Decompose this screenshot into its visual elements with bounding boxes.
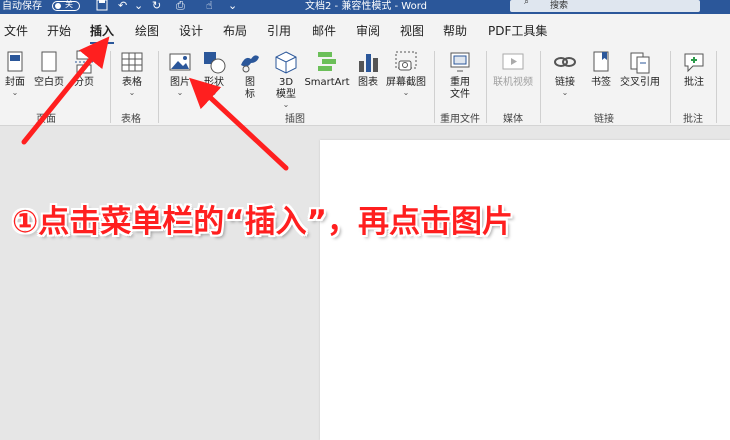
chevron-down-icon: ⌄ — [11, 88, 19, 97]
screenshot-button[interactable]: 屏幕截图 ⌄ — [386, 49, 426, 97]
undo-icon[interactable]: ↶ — [118, 0, 127, 12]
tab-review[interactable]: 审阅 — [356, 22, 380, 39]
title-bar: 自动保存 关 ↶ ⌄ ↻ ⎙ ☝ ⌄ 文档2 - 兼容性模式 - Word ⌕ … — [0, 0, 730, 14]
group-separator — [716, 51, 717, 123]
chevron-down-icon: ⌄ — [128, 88, 136, 97]
group-tables-label: 表格 — [121, 114, 141, 125]
group-separator — [434, 51, 435, 123]
group-comments-label: 批注 — [683, 114, 703, 125]
group-separator — [110, 51, 111, 123]
undo-dropdown-icon[interactable]: ⌄ — [134, 0, 143, 12]
cube-icon — [275, 51, 297, 74]
smartart-button[interactable]: SmartArt — [304, 49, 350, 89]
ribbon-tabs: 文件 开始 插入 绘图 设计 布局 引用 邮件 审阅 视图 帮助 PDF工具集 — [0, 14, 730, 45]
3d-model-label: 3D 模型 — [276, 77, 296, 100]
shapes-button[interactable]: 形状 ⌄ — [200, 49, 228, 97]
customize-qat-icon[interactable]: ⌄ — [228, 0, 237, 12]
page-break-icon — [75, 50, 93, 74]
document-title: 文档2 - 兼容性模式 - Word — [305, 1, 427, 12]
autosave-toggle[interactable]: 关 — [52, 0, 80, 11]
group-reuse-label: 重用文件 — [440, 114, 480, 125]
tab-draw[interactable]: 绘图 — [135, 22, 159, 39]
page-break-button[interactable]: 分页 — [70, 49, 98, 89]
online-video-label: 联机视频 — [493, 77, 533, 88]
search-icon: ⌕ — [524, 0, 530, 7]
autosave-label: 自动保存 — [2, 1, 42, 12]
table-icon — [121, 52, 143, 72]
chart-label: 图表 — [358, 77, 378, 88]
bookmark-icon — [593, 51, 609, 72]
smartart-label: SmartArt — [304, 77, 350, 88]
video-icon — [502, 53, 524, 70]
chevron-down-icon: ⌄ — [561, 88, 569, 97]
group-pages-label: 页面 — [36, 114, 56, 125]
screenshot-icon — [395, 51, 417, 71]
comment-button[interactable]: 批注 — [680, 49, 708, 89]
tab-view[interactable]: 视图 — [400, 22, 424, 39]
search-placeholder: 搜索 — [550, 1, 569, 11]
chevron-down-icon: ⌄ — [402, 88, 410, 97]
chart-button[interactable]: 图表 — [354, 49, 382, 89]
icons-label: 图标 — [245, 77, 255, 100]
link-icon — [554, 57, 576, 67]
tab-design[interactable]: 设计 — [179, 22, 203, 39]
comment-icon — [684, 53, 704, 73]
chevron-down-icon: ⌄ — [176, 88, 184, 97]
cover-page-button[interactable]: 封面 ⌄ — [2, 49, 28, 97]
chevron-down-icon: ⌄ — [282, 100, 290, 109]
blank-page-label: 空白页 — [34, 77, 64, 88]
picture-button[interactable]: 图片 ⌄ — [166, 49, 194, 97]
chevron-down-icon: ⌄ — [210, 88, 218, 97]
page-break-label: 分页 — [74, 77, 94, 88]
ribbon-insert: 封面 ⌄ 空白页 分页 页面 表格 ⌄ 表格 图片 ⌄ 形状 ⌄ 图标 3D 模… — [0, 45, 730, 126]
autosave-state: 关 — [65, 0, 73, 9]
reuse-files-label: 重用文件 — [450, 77, 470, 100]
online-video-button[interactable]: 联机视频 — [492, 49, 534, 89]
icons-button[interactable]: 图标 — [236, 49, 264, 101]
shapes-icon — [204, 52, 226, 74]
group-media-label: 媒体 — [503, 114, 523, 125]
smartart-icon — [318, 52, 336, 71]
bookmark-button[interactable]: 书签 — [588, 49, 614, 89]
3d-model-button[interactable]: 3D 模型 ⌄ — [270, 49, 302, 109]
bookmark-label: 书签 — [591, 77, 611, 88]
tab-insert[interactable]: 插入 — [90, 22, 115, 44]
reuse-files-icon — [450, 52, 470, 72]
cross-reference-icon — [630, 52, 650, 74]
blank-page-icon — [41, 51, 57, 72]
cross-reference-button[interactable]: 交叉引用 — [618, 49, 662, 89]
cross-reference-label: 交叉引用 — [620, 77, 660, 88]
link-button[interactable]: 链接 ⌄ — [552, 49, 578, 97]
tab-file[interactable]: 文件 — [4, 22, 28, 39]
group-separator — [158, 51, 159, 123]
tab-home[interactable]: 开始 — [47, 22, 71, 39]
print-preview-icon[interactable]: ⎙ — [176, 0, 185, 13]
toggle-knob — [55, 3, 61, 9]
blank-page-button[interactable]: 空白页 — [32, 49, 66, 89]
save-icon[interactable] — [96, 0, 108, 14]
tab-mailings[interactable]: 邮件 — [312, 22, 336, 39]
group-links-label: 链接 — [594, 114, 614, 125]
group-separator — [670, 51, 671, 123]
group-illustrations-label: 插图 — [285, 114, 305, 125]
tab-references[interactable]: 引用 — [267, 22, 291, 39]
picture-icon — [169, 53, 191, 71]
cover-page-icon — [7, 51, 23, 72]
search-box[interactable]: ⌕ 搜索 — [510, 0, 700, 12]
chart-icon — [359, 54, 378, 72]
table-button[interactable]: 表格 ⌄ — [118, 49, 146, 97]
touch-mode-icon[interactable]: ☝ — [206, 0, 213, 12]
redo-icon[interactable]: ↻ — [152, 0, 161, 12]
group-separator — [486, 51, 487, 123]
group-separator — [540, 51, 541, 123]
icons-icon — [241, 55, 259, 73]
tab-pdf-tools[interactable]: PDF工具集 — [488, 22, 547, 39]
instruction-annotation: ①点击菜单栏的“插入”，再点击图片 — [12, 204, 513, 240]
comment-label: 批注 — [684, 77, 704, 88]
document-page[interactable] — [320, 140, 730, 440]
tab-layout[interactable]: 布局 — [223, 22, 247, 39]
tab-help[interactable]: 帮助 — [443, 22, 467, 39]
reuse-files-button[interactable]: 重用文件 — [442, 49, 478, 101]
